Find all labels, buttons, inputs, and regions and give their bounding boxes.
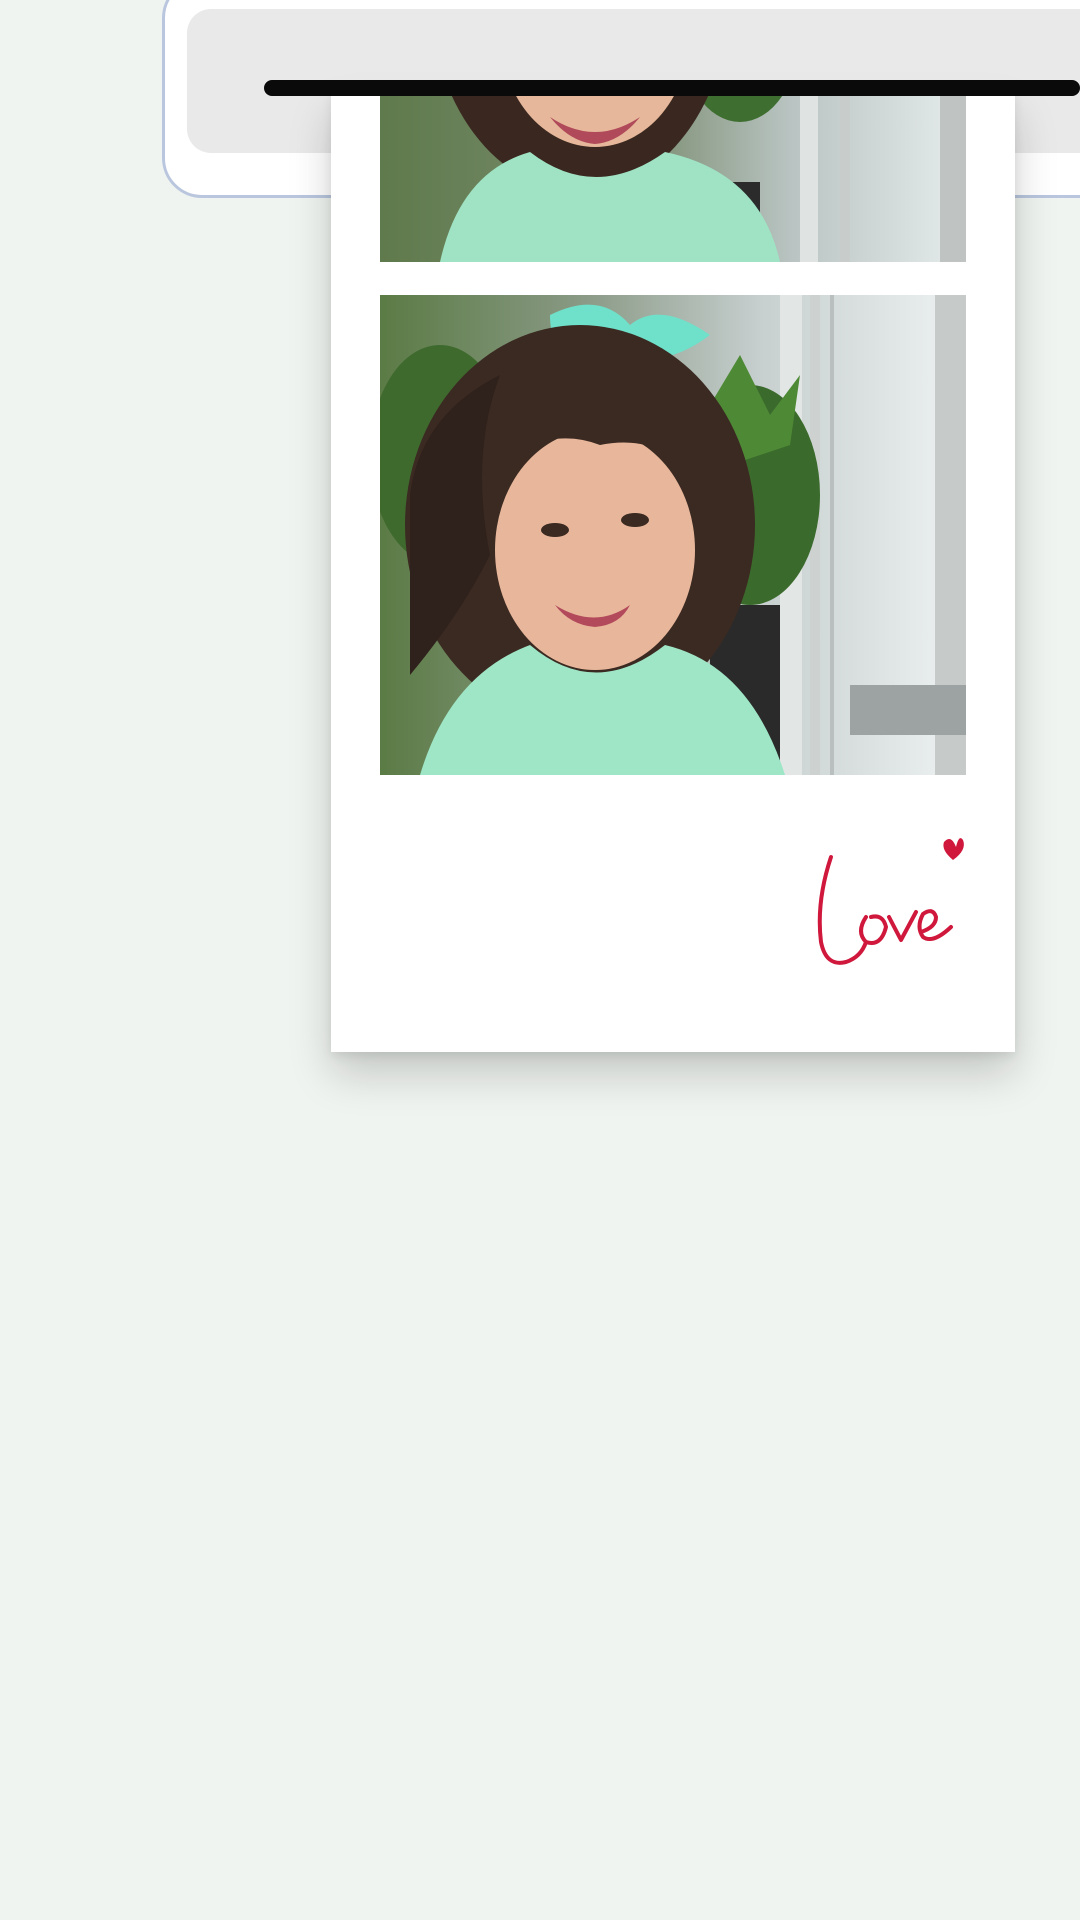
photo-top-image bbox=[380, 92, 966, 262]
signature-love: love bbox=[801, 822, 981, 982]
printer-slot bbox=[264, 80, 1080, 96]
photo-bottom-image bbox=[380, 295, 966, 775]
heart-icon bbox=[817, 838, 964, 965]
photo-bottom bbox=[380, 295, 966, 775]
photo-top bbox=[380, 92, 966, 262]
photo-strip[interactable]: love bbox=[331, 92, 1015, 1052]
